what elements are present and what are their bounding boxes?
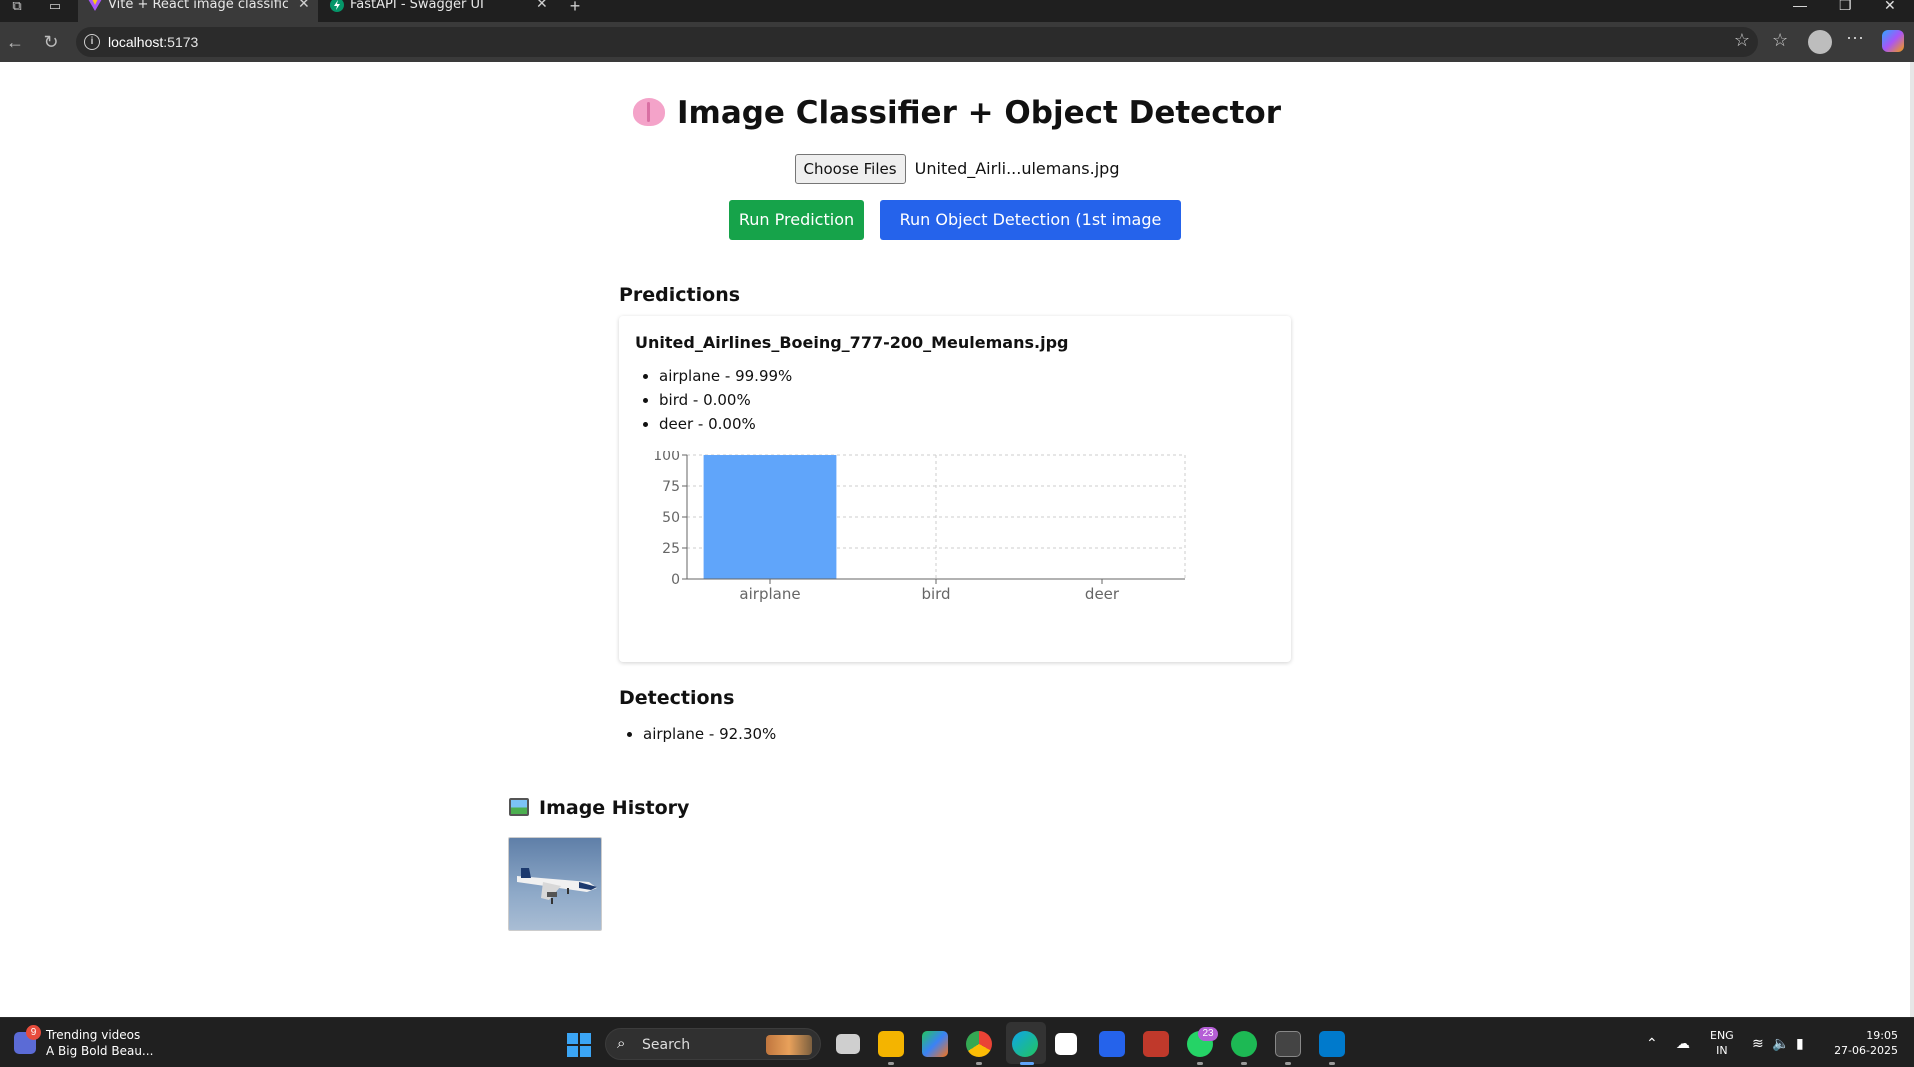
run-prediction-button[interactable]: Run Prediction: [729, 200, 864, 240]
tab-title: FastAPI - Swagger UI: [350, 0, 484, 11]
clock[interactable]: 19:05 27-06-2025: [1830, 1028, 1898, 1058]
battery-icon[interactable]: ▮: [1796, 1035, 1804, 1052]
site-info-icon[interactable]: i: [84, 34, 100, 50]
x-tick-label: airplane: [739, 585, 800, 603]
spotify-icon[interactable]: [1231, 1031, 1257, 1057]
address-bar: ← ↻ i localhost:5173 ☆ ☆ ⋯: [0, 22, 1914, 62]
airplane-thumbnail: [517, 868, 597, 904]
workspaces-icon[interactable]: ⧉: [8, 0, 26, 14]
y-tick-label: 75: [662, 479, 680, 495]
azure-data-studio-icon[interactable]: [1099, 1031, 1125, 1057]
onedrive-icon[interactable]: ☁: [1676, 1035, 1690, 1052]
running-indicator: [888, 1062, 894, 1065]
news-title: Trending videos: [46, 1028, 141, 1042]
search-icon: ⌕: [617, 1035, 626, 1052]
copilot-icon[interactable]: [1882, 30, 1904, 52]
prediction-bar-chart: 0 25 50 75 100 airplane bird deer: [653, 451, 1186, 603]
running-indicator: [1329, 1062, 1335, 1065]
news-badge: 9: [26, 1025, 41, 1040]
favorite-star-icon[interactable]: ☆: [1734, 30, 1750, 51]
run-detection-button[interactable]: Run Object Detection (1st image only): [880, 200, 1181, 269]
tab-title: Vite + React image classification: [108, 0, 288, 11]
prediction-card: United_Airlines_Boeing_777-200_Meulemans…: [619, 316, 1291, 662]
tab-fastapi[interactable]: FastAPI - Swagger UI ✕: [320, 0, 550, 22]
url-field[interactable]: i localhost:5173 ☆: [76, 27, 1758, 57]
edge-icon[interactable]: [1012, 1031, 1038, 1057]
wifi-icon[interactable]: ≋: [1752, 1035, 1764, 1052]
history-thumbnail[interactable]: [508, 837, 602, 931]
more-options-icon[interactable]: ⋯: [1846, 28, 1864, 49]
chrome-icon[interactable]: [966, 1031, 992, 1057]
profile-avatar[interactable]: [1808, 30, 1832, 54]
search-label: Search: [642, 1037, 691, 1053]
search-highlight-icon: [766, 1035, 812, 1055]
list-item: bird - 0.00%: [659, 388, 792, 412]
running-indicator: [1197, 1062, 1203, 1065]
fastapi-icon: [330, 0, 344, 12]
url-text: localhost:5173: [108, 34, 199, 50]
choose-files-button[interactable]: Choose Files: [794, 154, 906, 184]
news-widget[interactable]: Trending videos A Big Bold Beau...: [46, 1027, 153, 1059]
volume-icon[interactable]: 🔈: [1772, 1035, 1789, 1052]
restore-icon[interactable]: ❐: [1839, 0, 1852, 14]
minimize-icon[interactable]: —: [1793, 0, 1807, 13]
running-indicator: [976, 1062, 982, 1065]
favorites-icon[interactable]: ☆: [1772, 30, 1788, 51]
file-explorer-icon[interactable]: [878, 1031, 904, 1057]
y-tick-label: 25: [662, 541, 680, 557]
store-icon[interactable]: [1055, 1033, 1077, 1055]
selected-file-name: United_Airli...ulemans.jpg: [914, 159, 1120, 178]
page-scrollbar[interactable]: [1910, 62, 1914, 1017]
x-tick-label: bird: [921, 585, 950, 603]
bar-airplane: [703, 455, 837, 579]
close-window-icon[interactable]: ✕: [1884, 0, 1896, 14]
terminal-icon[interactable]: [1275, 1031, 1301, 1057]
date: 27-06-2025: [1834, 1044, 1898, 1057]
running-indicator: [1285, 1062, 1291, 1065]
list-item: deer - 0.00%: [659, 412, 792, 436]
detection-list: airplane - 92.30%: [643, 722, 776, 746]
detections-heading: Detections: [619, 687, 735, 709]
prediction-file-name: United_Airlines_Boeing_777-200_Meulemans…: [635, 333, 1069, 352]
time: 19:05: [1866, 1029, 1898, 1042]
framed-picture-icon: [509, 798, 529, 816]
x-tick-label: deer: [1085, 585, 1120, 603]
whatsapp-badge: 23: [1198, 1027, 1218, 1041]
y-tick-label: 100: [653, 451, 680, 464]
list-item: airplane - 92.30%: [643, 722, 776, 746]
vite-icon: [88, 0, 102, 11]
news-subtitle: A Big Bold Beau...: [46, 1044, 154, 1058]
close-tab-icon[interactable]: ✕: [298, 0, 310, 11]
vscode-icon[interactable]: [1319, 1031, 1345, 1057]
file-input: Choose Files United_Airli...ulemans.jpg: [0, 154, 1914, 184]
predictions-heading: Predictions: [619, 284, 741, 306]
tab-strip: ⧉ ▭ Vite + React image classification ✕ …: [0, 0, 1914, 22]
reload-icon[interactable]: ↻: [40, 31, 62, 53]
back-icon[interactable]: ←: [4, 31, 26, 53]
y-tick-label: 50: [662, 510, 680, 526]
running-indicator: [1020, 1062, 1034, 1065]
y-tick-label: 0: [671, 572, 680, 588]
copilot-app-icon[interactable]: [922, 1031, 948, 1057]
mcafee-icon[interactable]: [1143, 1031, 1169, 1057]
list-item: airplane - 99.99%: [659, 364, 792, 388]
taskbar: 9 Trending videos A Big Bold Beau... ⌕ S…: [0, 1017, 1914, 1067]
vertical-tabs-icon[interactable]: ▭: [46, 0, 64, 14]
taskbar-search[interactable]: ⌕ Search: [605, 1028, 821, 1060]
task-view-icon[interactable]: [836, 1034, 860, 1054]
show-hidden-icons-icon[interactable]: ⌃: [1646, 1035, 1658, 1052]
close-tab-icon[interactable]: ✕: [536, 0, 548, 11]
page-title: Image Classifier + Object Detector: [0, 95, 1914, 131]
windows-start-icon[interactable]: [567, 1033, 591, 1057]
tab-vite-react[interactable]: Vite + React image classification ✕: [78, 0, 318, 22]
image-history-heading: Image History: [509, 797, 689, 819]
brain-icon: [632, 98, 665, 126]
language-indicator[interactable]: ENG IN: [1710, 1028, 1734, 1058]
page-viewport: Image Classifier + Object Detector Choos…: [0, 62, 1914, 1017]
new-tab-icon[interactable]: +: [566, 0, 584, 15]
running-indicator: [1241, 1062, 1247, 1065]
prediction-list: airplane - 99.99% bird - 0.00% deer - 0.…: [659, 364, 792, 436]
